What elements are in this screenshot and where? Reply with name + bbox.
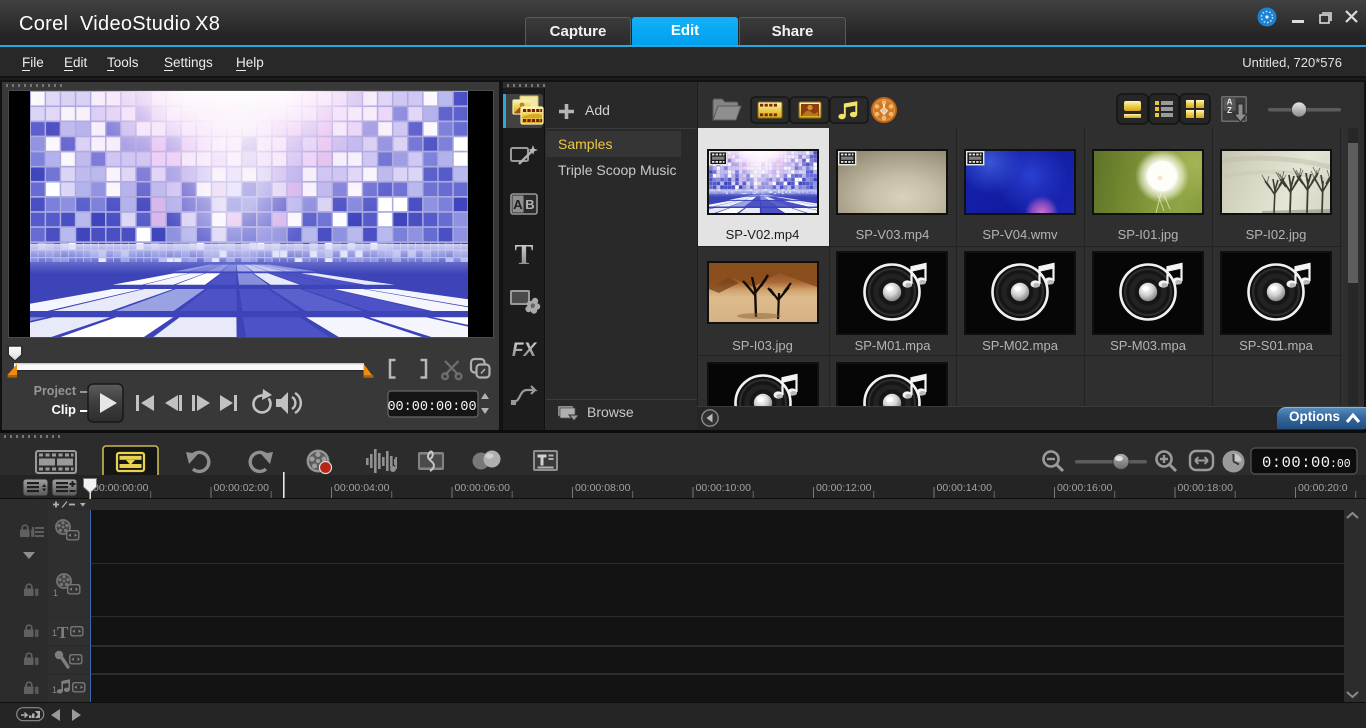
svg-text:00:00:04:00: 00:00:04:00 bbox=[334, 482, 390, 494]
svg-text:00:00:02:00: 00:00:02:00 bbox=[214, 482, 270, 494]
svg-text:00:00:08:00: 00:00:08:00 bbox=[575, 482, 631, 494]
svg-text:00:00:18:00: 00:00:18:00 bbox=[1178, 482, 1234, 494]
svg-text:00:00:20:0: 00:00:20:0 bbox=[1298, 482, 1348, 494]
svg-text:00:00:00:00: 00:00:00:00 bbox=[93, 482, 149, 494]
svg-text:0:00:00: 0:00:00 bbox=[1262, 454, 1331, 472]
svg-text:00:00:14:00: 00:00:14:00 bbox=[937, 482, 993, 494]
svg-text:FX: FX bbox=[512, 340, 538, 361]
svg-text:00:00:06:00: 00:00:06:00 bbox=[455, 482, 511, 494]
svg-text::00: :00 bbox=[1330, 458, 1351, 471]
svg-text:T: T bbox=[515, 240, 534, 271]
svg-text:00:00:10:00: 00:00:10:00 bbox=[696, 482, 752, 494]
svg-text:A: A bbox=[513, 197, 523, 212]
svg-text:00:00:16:00: 00:00:16:00 bbox=[1057, 482, 1113, 494]
svg-text:Z: Z bbox=[1227, 106, 1232, 115]
svg-text:00:00:12:00: 00:00:12:00 bbox=[816, 482, 872, 494]
svg-text:B: B bbox=[525, 197, 534, 212]
svg-text:00:00:00:00: 00:00:00:00 bbox=[387, 400, 476, 415]
